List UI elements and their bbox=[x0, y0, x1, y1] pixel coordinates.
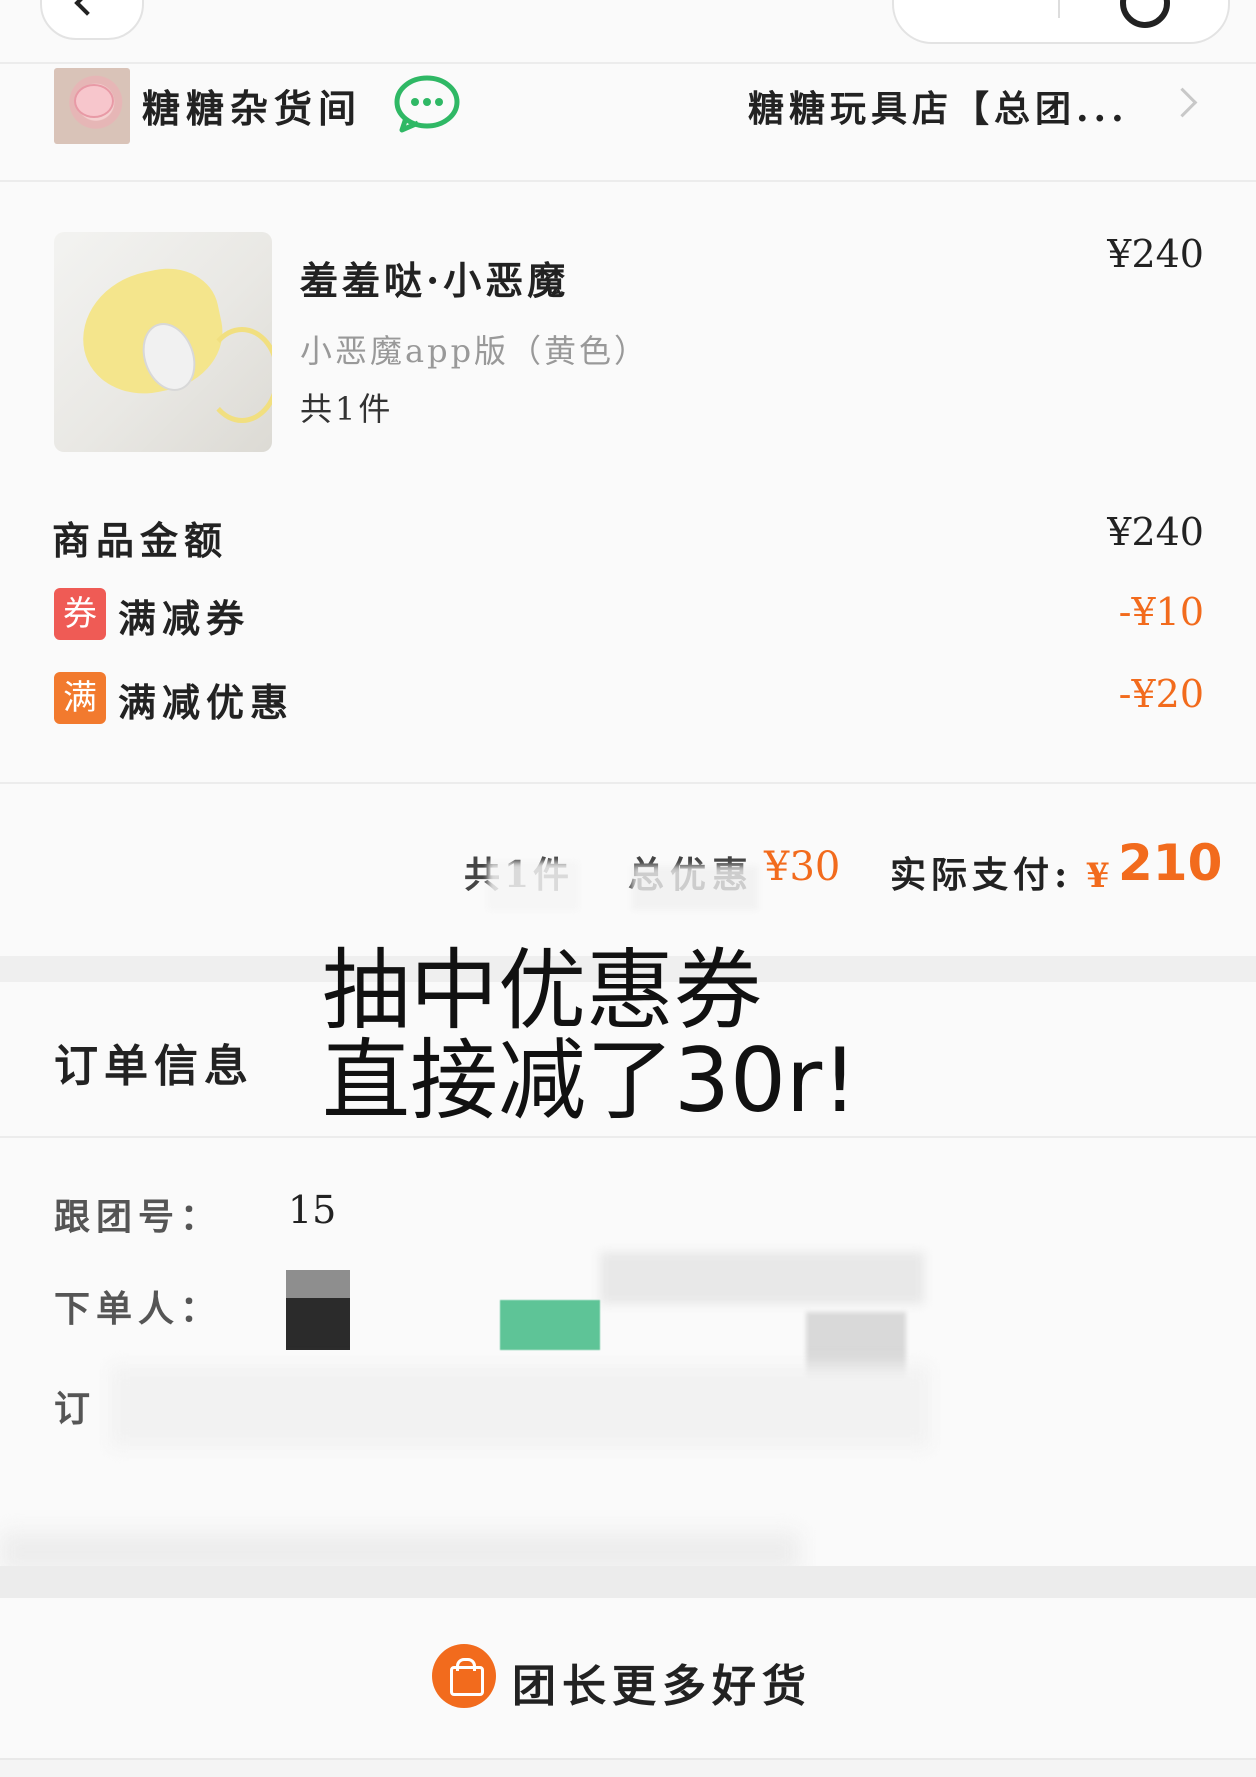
coupon-discount: -¥10 bbox=[1118, 590, 1204, 634]
subtotal-label: 商品金额 bbox=[52, 518, 229, 563]
blur-mask bbox=[488, 862, 578, 910]
mini-program-capsule[interactable] bbox=[892, 0, 1230, 44]
product-price: ¥240 bbox=[1107, 232, 1204, 276]
group-number-value: 15 bbox=[288, 1188, 337, 1232]
summary-saved-amount: ¥30 bbox=[764, 844, 841, 890]
product-image[interactable] bbox=[54, 232, 272, 452]
buyer-label: 下单人： bbox=[54, 1288, 223, 1330]
product-quantity: 共1件 bbox=[300, 390, 394, 428]
order-number-label: 订 bbox=[54, 1388, 97, 1430]
redaction-block bbox=[500, 1300, 600, 1350]
product-spec: 小恶魔app版（黄色） bbox=[300, 332, 650, 370]
summary-paid-currency: ¥ bbox=[1086, 856, 1110, 896]
store-avatar[interactable] bbox=[54, 68, 130, 144]
redaction-block bbox=[286, 1270, 350, 1298]
coupon-badge-icon: 券 bbox=[54, 588, 106, 640]
product-title[interactable]: 羞羞哒·小恶魔 bbox=[300, 250, 569, 305]
section-gap bbox=[0, 1566, 1256, 1598]
shopping-bag-icon[interactable] bbox=[432, 1644, 496, 1708]
blur-mask bbox=[632, 866, 758, 910]
coupon-label: 满减券 bbox=[118, 596, 251, 641]
order-info-title: 订单信息 bbox=[54, 1041, 254, 1092]
full-reduction-badge-icon: 满 bbox=[54, 672, 106, 724]
chat-icon[interactable] bbox=[392, 74, 462, 134]
overlay-caption-line1: 抽中优惠券 bbox=[322, 939, 763, 1042]
full-reduction-discount: -¥20 bbox=[1118, 672, 1204, 716]
subtotal-amount: ¥240 bbox=[1107, 510, 1204, 554]
summary-paid-label: 实际支付: bbox=[890, 854, 1073, 896]
summary-paid-amount: 210 bbox=[1118, 834, 1223, 892]
more-goods-link[interactable]: 团长更多好货 bbox=[512, 1650, 812, 1714]
full-reduction-label: 满减优惠 bbox=[118, 680, 295, 725]
group-name-link[interactable]: 糖糖玩具店【总团... bbox=[748, 80, 1129, 132]
overlay-caption-line2: 直接减了30r! bbox=[322, 1029, 858, 1132]
capsule-divider bbox=[1058, 0, 1060, 18]
redaction-block bbox=[600, 1252, 924, 1304]
redaction-block bbox=[110, 1366, 930, 1448]
overlay-caption: 抽中优惠券 直接减了30r! bbox=[322, 946, 857, 1126]
store-name[interactable]: 糖糖杂货间 bbox=[142, 78, 362, 133]
group-number-label: 跟团号： bbox=[54, 1196, 223, 1238]
